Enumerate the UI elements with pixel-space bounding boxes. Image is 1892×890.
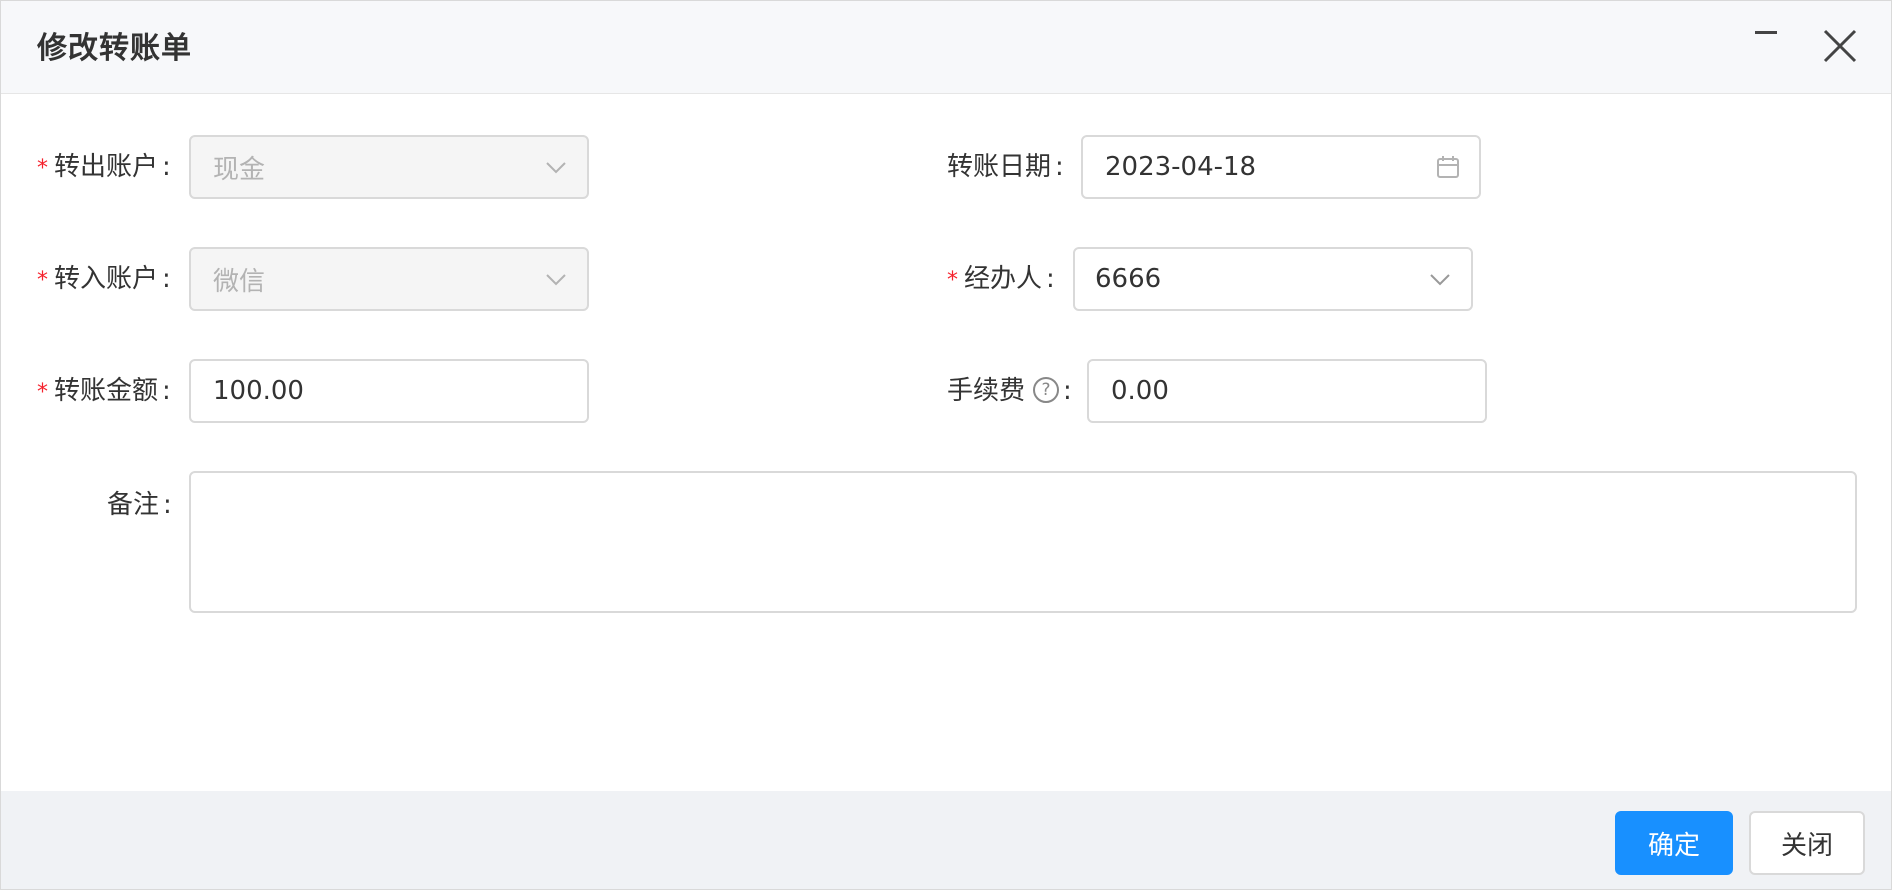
fee-value: 0.00	[1111, 376, 1169, 406]
transfer-date-value: 2023-04-18	[1105, 152, 1257, 182]
fee-label: 手续费?:	[947, 376, 1072, 406]
close-icon[interactable]	[1817, 23, 1863, 69]
handler-select[interactable]: 6666	[1073, 247, 1473, 311]
handler-label: * 经办人:	[947, 264, 1055, 294]
confirm-button[interactable]: 确定	[1615, 811, 1733, 875]
required-mark: *	[947, 268, 958, 293]
chevron-down-icon	[543, 266, 569, 292]
required-mark: *	[37, 156, 48, 181]
calendar-icon	[1435, 154, 1461, 180]
amount-input[interactable]: 100.00	[189, 359, 589, 423]
from-account-select[interactable]: 现金	[189, 135, 589, 199]
close-button[interactable]: 关闭	[1749, 811, 1865, 875]
remark-label: 备注:	[107, 490, 172, 520]
from-account-value: 现金	[213, 154, 266, 185]
transfer-date-label: 转账日期:	[947, 152, 1064, 182]
dialog-footer: 确定 关闭	[1, 791, 1891, 889]
required-mark: *	[37, 380, 48, 405]
from-account-label: * 转出账户:	[37, 152, 171, 182]
to-account-select[interactable]: 微信	[189, 247, 589, 311]
chevron-down-icon	[543, 154, 569, 180]
question-circle-icon[interactable]: ?	[1033, 376, 1060, 403]
handler-value: 6666	[1095, 264, 1162, 294]
edit-transfer-dialog: 修改转账单 * 转出账户: 现金 转账日期: 2023-04-18 * 转入账户: …	[0, 0, 1892, 890]
fee-input[interactable]: 0.00	[1087, 359, 1487, 423]
amount-label: * 转账金额:	[37, 376, 171, 406]
chevron-down-icon	[1427, 266, 1453, 292]
remark-textarea[interactable]	[189, 471, 1857, 613]
to-account-label: * 转入账户:	[37, 264, 171, 294]
amount-value: 100.00	[213, 376, 304, 406]
to-account-value: 微信	[213, 266, 266, 297]
dialog-title: 修改转账单	[37, 31, 192, 66]
minimize-icon[interactable]	[1753, 25, 1779, 45]
required-mark: *	[37, 268, 48, 293]
transfer-date-picker[interactable]: 2023-04-18	[1081, 135, 1481, 199]
dialog-header: 修改转账单	[1, 1, 1891, 94]
